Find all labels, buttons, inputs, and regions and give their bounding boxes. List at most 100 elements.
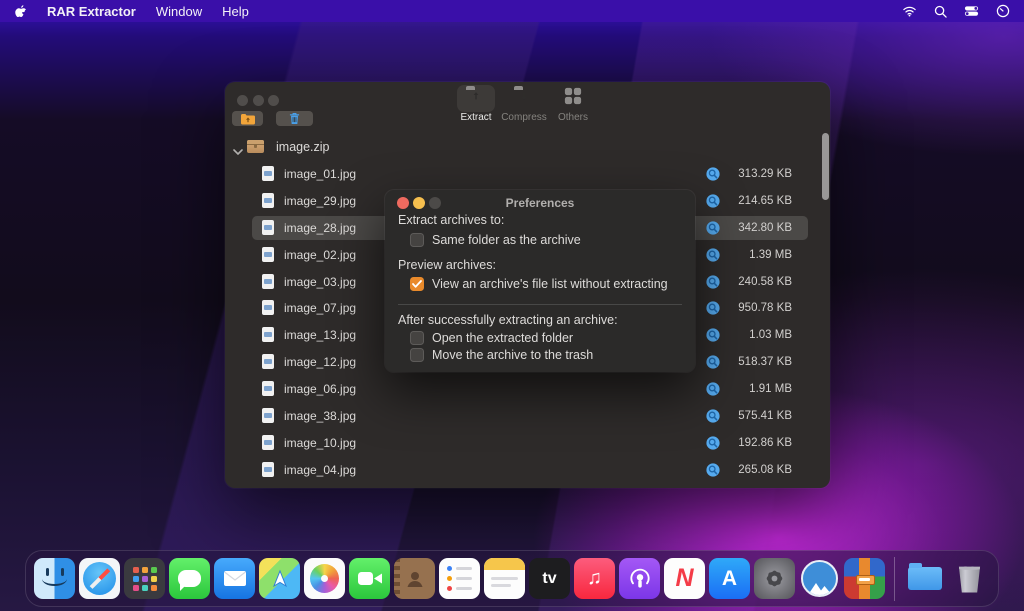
file-size: 575.41 KB xyxy=(738,410,792,422)
dock-tv[interactable]: tv xyxy=(529,558,570,599)
file-size: 342.80 KB xyxy=(738,222,792,234)
file-size: 1.03 MB xyxy=(749,329,792,341)
menubar-app-name[interactable]: RAR Extractor xyxy=(47,4,136,19)
dock-photos[interactable] xyxy=(304,558,345,599)
dock-contacts[interactable] xyxy=(394,558,435,599)
file-name: image_10.jpg xyxy=(284,436,356,450)
dock-messages[interactable] xyxy=(169,558,210,599)
jpeg-file-icon xyxy=(262,462,274,477)
quicklook-icon[interactable] xyxy=(706,275,720,292)
quicklook-icon[interactable] xyxy=(706,194,720,211)
extract-to-folder-button[interactable] xyxy=(232,111,263,126)
jpeg-file-icon xyxy=(262,166,274,181)
jpeg-file-icon xyxy=(262,354,274,369)
check-icon xyxy=(412,280,422,288)
control-center-icon[interactable] xyxy=(964,5,979,17)
file-size: 240.58 KB xyxy=(738,276,792,288)
person-icon xyxy=(405,569,425,589)
dock-rar-extractor[interactable] xyxy=(844,558,885,599)
quicklook-icon[interactable] xyxy=(706,382,720,399)
close-button[interactable] xyxy=(237,95,248,106)
pinwheel-icon xyxy=(310,564,339,593)
tab-extract-label[interactable]: Extract xyxy=(457,112,495,123)
dock-downloads-folder[interactable] xyxy=(904,558,945,599)
file-name: image_02.jpg xyxy=(284,248,356,262)
dialog-divider xyxy=(398,304,682,305)
table-row[interactable]: image_04.jpg 265.08 KB xyxy=(252,458,808,482)
apple-logo-icon[interactable] xyxy=(14,4,27,19)
minimize-button[interactable] xyxy=(253,95,264,106)
checkbox-unchecked[interactable] xyxy=(410,348,424,362)
dock-notes[interactable] xyxy=(484,558,525,599)
menu-item-window[interactable]: Window xyxy=(156,4,202,19)
clock-icon[interactable] xyxy=(996,4,1010,18)
move-trash-option[interactable]: Move the archive to the trash xyxy=(410,347,593,363)
grid-icon xyxy=(564,87,582,105)
file-size: 265.08 KB xyxy=(738,464,792,476)
dialog-title: Preferences xyxy=(385,196,695,210)
checkbox-unchecked[interactable] xyxy=(410,331,424,345)
grid-icon xyxy=(133,567,157,591)
tab-others[interactable] xyxy=(564,87,582,110)
dock-trash[interactable] xyxy=(949,558,990,599)
dock-podcasts[interactable] xyxy=(619,558,660,599)
dock-mail[interactable] xyxy=(214,558,255,599)
menu-item-help[interactable]: Help xyxy=(222,4,249,19)
dock-music[interactable]: ♫ xyxy=(574,558,615,599)
quicklook-icon[interactable] xyxy=(706,221,720,238)
dock-separator xyxy=(894,557,895,601)
dock-news[interactable]: N xyxy=(664,558,705,599)
file-name: image_07.jpg xyxy=(284,301,356,315)
jpeg-file-icon xyxy=(262,247,274,262)
dock-system-preferences[interactable] xyxy=(754,558,795,599)
tab-others-label[interactable]: Others xyxy=(555,112,591,123)
dock: tv ♫ N A xyxy=(25,550,999,607)
dock-finder[interactable] xyxy=(34,558,75,599)
dock-launchpad[interactable] xyxy=(124,558,165,599)
quicklook-icon[interactable] xyxy=(706,248,720,265)
dock-app-store[interactable]: A xyxy=(709,558,750,599)
dock-facetime[interactable] xyxy=(349,558,390,599)
file-size: 1.91 MB xyxy=(749,383,792,395)
quicklook-icon[interactable] xyxy=(706,355,720,372)
table-row[interactable]: image_06.jpg 1.91 MB xyxy=(252,377,808,401)
archive-row[interactable]: image.zip xyxy=(225,135,830,159)
file-size: 214.65 KB xyxy=(738,195,792,207)
checkbox-unchecked[interactable] xyxy=(410,233,424,247)
table-row[interactable]: image_38.jpg 575.41 KB xyxy=(252,404,808,428)
file-size: 518.37 KB xyxy=(738,356,792,368)
quicklook-icon[interactable] xyxy=(706,463,720,480)
dock-maps[interactable] xyxy=(259,558,300,599)
quicklook-icon[interactable] xyxy=(706,436,720,453)
file-size: 192.86 KB xyxy=(738,437,792,449)
spotlight-search-icon[interactable] xyxy=(934,5,947,18)
jpeg-file-icon xyxy=(262,220,274,235)
file-name: image_12.jpg xyxy=(284,355,356,369)
checkbox-checked[interactable] xyxy=(410,277,424,291)
news-logo: N xyxy=(675,564,693,593)
open-folder-option[interactable]: Open the extracted folder xyxy=(410,330,573,346)
file-name: image_06.jpg xyxy=(284,382,356,396)
zoom-button[interactable] xyxy=(268,95,279,106)
chevron-down-icon[interactable] xyxy=(233,144,243,158)
wifi-icon[interactable] xyxy=(902,5,917,17)
table-row[interactable]: image_01.jpg 313.29 KB xyxy=(252,162,808,186)
tab-compress-label[interactable]: Compress xyxy=(501,112,547,123)
dock-archiver[interactable] xyxy=(799,558,840,599)
view-list-option[interactable]: View an archive's file list without extr… xyxy=(410,276,668,292)
table-row[interactable]: image_10.jpg 192.86 KB xyxy=(252,431,808,455)
scrollbar-thumb[interactable] xyxy=(822,133,829,200)
quicklook-icon[interactable] xyxy=(706,409,720,426)
quicklook-icon[interactable] xyxy=(706,301,720,318)
quicklook-icon[interactable] xyxy=(706,167,720,184)
trash-icon xyxy=(289,112,300,125)
speech-bubble-icon xyxy=(178,570,201,587)
quicklook-icon[interactable] xyxy=(706,328,720,345)
delete-archive-button[interactable] xyxy=(276,111,313,126)
dock-safari[interactable] xyxy=(79,558,120,599)
folder-icon xyxy=(908,567,942,590)
dock-reminders[interactable] xyxy=(439,558,480,599)
preview-section-label: Preview archives: xyxy=(398,258,496,272)
jpeg-file-icon xyxy=(262,327,274,342)
same-folder-option[interactable]: Same folder as the archive xyxy=(410,232,581,248)
